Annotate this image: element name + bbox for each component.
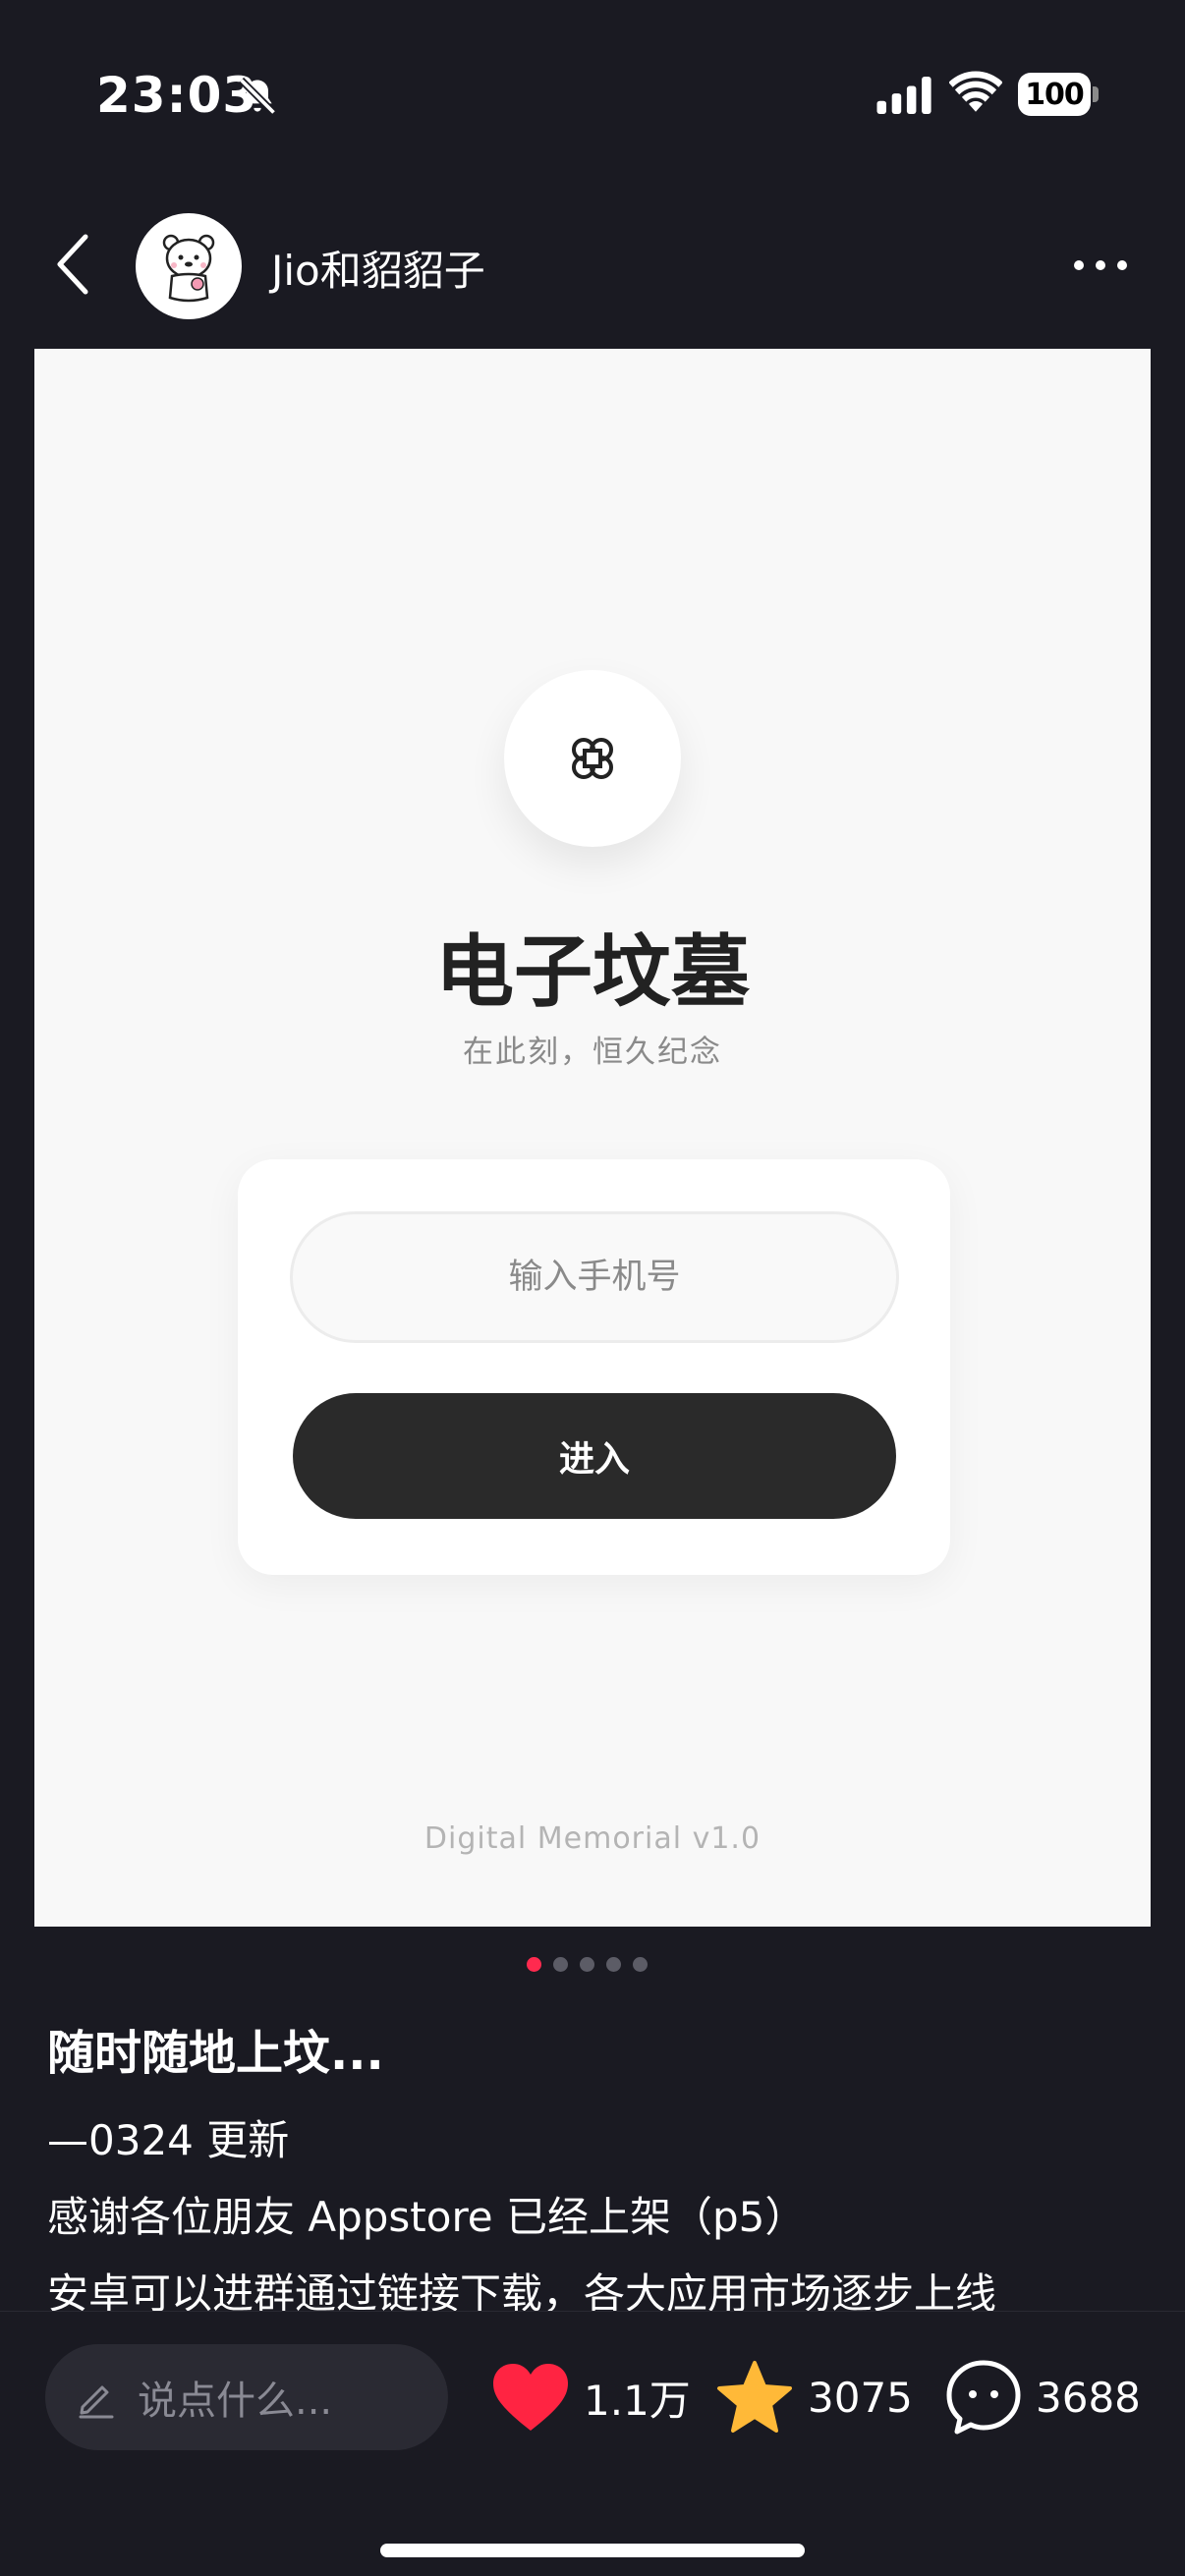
page-dot xyxy=(553,1957,568,1972)
bell-slash-icon xyxy=(238,77,277,116)
page-dot-active xyxy=(527,1957,541,1972)
app-logo xyxy=(504,670,681,847)
post-title: 随时随地上坟... xyxy=(47,2026,384,2081)
home-indicator[interactable] xyxy=(380,2544,805,2557)
like-count: 1.1万 xyxy=(584,2376,691,2425)
page-dot xyxy=(580,1957,594,1972)
favorite-count: 3075 xyxy=(808,2373,913,2422)
version-text: Digital Memorial v1.0 xyxy=(423,1821,762,1856)
status-time: 23:03 xyxy=(96,67,258,124)
clover-icon xyxy=(572,738,613,779)
favorite-button[interactable]: 3075 xyxy=(715,2351,913,2443)
battery-tip xyxy=(1093,86,1099,102)
phone-input[interactable] xyxy=(290,1211,899,1343)
page-dot xyxy=(633,1957,648,1972)
comment-button[interactable]: 3688 xyxy=(945,2351,1141,2443)
more-icon[interactable] xyxy=(1061,236,1140,295)
app-title: 电子坟墓 xyxy=(435,925,750,1018)
post-image[interactable]: 电子坟墓 在此刻，恒久纪念 进入 Digital Memorial v1.0 xyxy=(34,349,1151,1927)
comment-placeholder: 说点什么... xyxy=(138,2379,333,2424)
image-pagination xyxy=(527,1957,648,1973)
pencil-icon xyxy=(79,2385,114,2419)
app-subtitle: 在此刻，恒久纪念 xyxy=(463,1035,722,1070)
star-icon xyxy=(717,2361,792,2433)
avatar[interactable] xyxy=(136,213,242,319)
post-detail-screen: 23:03 100 Jio和貂貂子 电子坟墓 在此刻，恒久纪念 输入手机号 进入… xyxy=(0,0,1185,2576)
battery-level: 100 xyxy=(1018,73,1091,116)
comment-input[interactable]: 说点什么... xyxy=(45,2344,448,2450)
chevron-left-icon xyxy=(57,234,88,295)
battery-icon: 100 xyxy=(1018,73,1099,116)
post-line: —0324 更新 xyxy=(47,2116,290,2164)
signal-icon xyxy=(876,77,931,114)
bear-icon xyxy=(162,234,215,303)
comment-count: 3688 xyxy=(1036,2373,1141,2422)
login-card: 进入 xyxy=(238,1159,950,1575)
author-name[interactable]: Jio和貂貂子 xyxy=(271,238,485,298)
more-dot xyxy=(1074,260,1084,270)
post-body[interactable]: —0324 更新 感谢各位朋友 Appstore 已经上架（p5） 安卓可以进群… xyxy=(47,2102,1148,2332)
more-dot xyxy=(1117,260,1127,270)
comment-bubble-icon xyxy=(946,2360,1021,2435)
post-line: 感谢各位朋友 Appstore 已经上架（p5） xyxy=(47,2193,807,2241)
back-button[interactable] xyxy=(45,226,100,303)
nav-bar: Jio和貂貂子 xyxy=(0,196,1185,334)
page-dot xyxy=(606,1957,621,1972)
wifi-icon xyxy=(949,71,1002,112)
heart-icon xyxy=(493,2364,568,2431)
more-dot xyxy=(1096,260,1105,270)
bottom-action-bar: 说点什么... 1.1万 3075 3688 xyxy=(0,2311,1185,2576)
like-button[interactable]: 1.1万 xyxy=(491,2351,691,2443)
enter-button[interactable]: 进入 xyxy=(293,1393,896,1519)
status-bar: 23:03 100 xyxy=(0,0,1185,177)
